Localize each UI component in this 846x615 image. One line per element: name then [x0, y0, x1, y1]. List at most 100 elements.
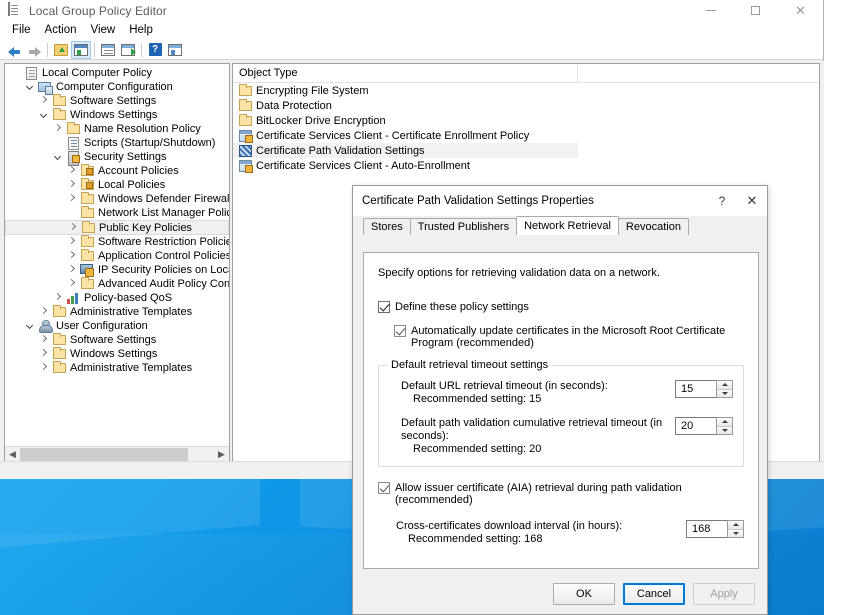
export-list-button[interactable]: [118, 41, 138, 59]
column-header-empty[interactable]: [578, 64, 819, 83]
tree-expander-icon[interactable]: [65, 281, 79, 287]
tree-item-windows-settings[interactable]: Windows Settings: [5, 347, 229, 361]
menu-item-view[interactable]: View: [84, 22, 123, 39]
close-button[interactable]: ✕: [778, 0, 823, 21]
scrollbar-thumb[interactable]: [20, 448, 188, 461]
show-hide-console-tree-button[interactable]: [71, 41, 91, 59]
auto-update-certificates-checkbox-row[interactable]: Automatically update certificates in the…: [394, 325, 744, 349]
maximize-button[interactable]: [733, 0, 778, 21]
help-button[interactable]: ?: [145, 41, 165, 59]
tree-item-scripts-startup-shutdown[interactable]: Scripts (Startup/Shutdown): [5, 136, 229, 150]
tab-network-retrieval[interactable]: Network Retrieval: [516, 216, 619, 235]
allow-aia-retrieval-checkbox-row[interactable]: Allow issuer certificate (AIA) retrieval…: [378, 482, 744, 506]
tree-item-public-key-policies[interactable]: Public Key Policies: [5, 220, 229, 235]
tree-expander-icon[interactable]: [37, 351, 51, 357]
dialog-close-button[interactable]: ✕: [737, 186, 767, 216]
tree-item-name-resolution-policy[interactable]: Name Resolution Policy: [5, 122, 229, 136]
menu-item-file[interactable]: File: [5, 22, 38, 39]
tree-horizontal-scrollbar[interactable]: ◀ ▶: [5, 446, 229, 462]
tree-expander-icon[interactable]: [66, 225, 80, 231]
tab-trusted-publishers[interactable]: Trusted Publishers: [410, 218, 517, 235]
spin-down-button[interactable]: [717, 390, 732, 398]
spin-down-button[interactable]: [717, 427, 732, 435]
tree-expander-icon[interactable]: [65, 182, 79, 188]
tree-item-computer-configuration[interactable]: Computer Configuration: [5, 80, 229, 94]
tree-expander-icon[interactable]: [65, 253, 79, 259]
tree-item-advanced-audit-policy-configuration[interactable]: Advanced Audit Policy Configuration: [5, 277, 229, 291]
show-hide-action-pane-button[interactable]: [165, 41, 185, 59]
tree-expander-icon[interactable]: [23, 83, 37, 91]
path-validation-timeout-input[interactable]: 20: [675, 417, 716, 435]
tree-item-windows-settings[interactable]: Windows Settings: [5, 108, 229, 122]
up-one-level-button[interactable]: [51, 41, 71, 59]
list-item[interactable]: Certificate Path Validation Settings: [233, 143, 578, 158]
cross-certificates-spin-buttons[interactable]: [727, 520, 744, 538]
tree-expander-icon[interactable]: [37, 337, 51, 343]
spin-up-button[interactable]: [728, 521, 743, 530]
list-item[interactable]: BitLocker Drive Encryption: [233, 113, 819, 128]
auto-update-certificates-checkbox[interactable]: [394, 325, 406, 337]
list-item[interactable]: Certificate Services Client - Certificat…: [233, 128, 819, 143]
tree-item-administrative-templates[interactable]: Administrative Templates: [5, 361, 229, 375]
scroll-left-arrow-icon[interactable]: ◀: [5, 447, 20, 462]
ok-button[interactable]: OK: [553, 583, 615, 605]
tree-expander-icon[interactable]: [65, 239, 79, 245]
tree-item-security-settings[interactable]: Security Settings: [5, 150, 229, 164]
define-policy-settings-checkbox-row[interactable]: Define these policy settings: [378, 301, 744, 313]
object-list[interactable]: Encrypting File SystemData ProtectionBit…: [233, 83, 819, 173]
policy-tree[interactable]: Local Computer PolicyComputer Configurat…: [5, 64, 229, 445]
tree-item-software-restriction-policies[interactable]: Software Restriction Policies: [5, 235, 229, 249]
tree-item-software-settings[interactable]: Software Settings: [5, 333, 229, 347]
scrollbar-track[interactable]: [20, 447, 214, 462]
tree-expander-icon[interactable]: [51, 126, 65, 132]
tree-item-network-list-manager-policies[interactable]: Network List Manager Policies: [5, 206, 229, 220]
path-validation-timeout-stepper[interactable]: 20: [675, 417, 733, 435]
menu-item-action[interactable]: Action: [38, 22, 84, 39]
allow-aia-retrieval-checkbox[interactable]: [378, 482, 390, 494]
tree-expander-icon[interactable]: [37, 98, 51, 104]
tree-item-policy-based-qos[interactable]: Policy-based QoS: [5, 291, 229, 305]
list-item[interactable]: Encrypting File System: [233, 83, 819, 98]
forward-button[interactable]: [24, 41, 44, 59]
back-button[interactable]: [4, 41, 24, 59]
tree-item-local-computer-policy[interactable]: Local Computer Policy: [5, 66, 229, 80]
tree-item-administrative-templates[interactable]: Administrative Templates: [5, 305, 229, 319]
minimize-button[interactable]: [688, 0, 733, 21]
tree-item-software-settings[interactable]: Software Settings: [5, 94, 229, 108]
tab-stores[interactable]: Stores: [363, 218, 411, 235]
path-validation-timeout-spin-buttons[interactable]: [716, 417, 733, 435]
dialog-help-button[interactable]: ?: [707, 186, 737, 216]
list-item[interactable]: Data Protection: [233, 98, 819, 113]
cancel-button[interactable]: Cancel: [623, 583, 685, 605]
spin-up-button[interactable]: [717, 418, 732, 427]
tree-expander-icon[interactable]: [23, 322, 37, 330]
tree-expander-icon[interactable]: [51, 153, 65, 161]
url-retrieval-timeout-input[interactable]: 15: [675, 380, 716, 398]
tree-expander-icon[interactable]: [37, 111, 51, 119]
menu-item-help[interactable]: Help: [122, 22, 160, 39]
tree-expander-icon[interactable]: [37, 365, 51, 371]
tree-item-application-control-policies[interactable]: Application Control Policies: [5, 249, 229, 263]
tree-item-ip-security-policies-on-local-comput[interactable]: IP Security Policies on Local Comput: [5, 263, 229, 277]
scroll-right-arrow-icon[interactable]: ▶: [214, 447, 229, 462]
spin-up-button[interactable]: [717, 381, 732, 390]
tab-revocation[interactable]: Revocation: [618, 218, 689, 235]
list-item[interactable]: Certificate Services Client - Auto-Enrol…: [233, 158, 819, 173]
spin-down-button[interactable]: [728, 530, 743, 538]
url-retrieval-timeout-spin-buttons[interactable]: [716, 380, 733, 398]
tree-expander-icon[interactable]: [65, 267, 79, 273]
tree-expander-icon[interactable]: [37, 309, 51, 315]
cross-certificates-stepper[interactable]: 168: [686, 520, 744, 538]
column-header-object-type[interactable]: Object Type: [233, 64, 578, 83]
tree-item-local-policies[interactable]: Local Policies: [5, 178, 229, 192]
tree-expander-icon[interactable]: [65, 196, 79, 202]
tree-item-user-configuration[interactable]: User Configuration: [5, 319, 229, 333]
properties-button[interactable]: [98, 41, 118, 59]
tree-expander-icon[interactable]: [51, 295, 65, 301]
url-retrieval-timeout-stepper[interactable]: 15: [675, 380, 733, 398]
tree-item-account-policies[interactable]: Account Policies: [5, 164, 229, 178]
tree-item-windows-defender-firewall-with-adv[interactable]: Windows Defender Firewall with Adv: [5, 192, 229, 206]
define-policy-settings-checkbox[interactable]: [378, 301, 390, 313]
tree-expander-icon[interactable]: [65, 168, 79, 174]
cross-certificates-input[interactable]: 168: [686, 520, 727, 538]
